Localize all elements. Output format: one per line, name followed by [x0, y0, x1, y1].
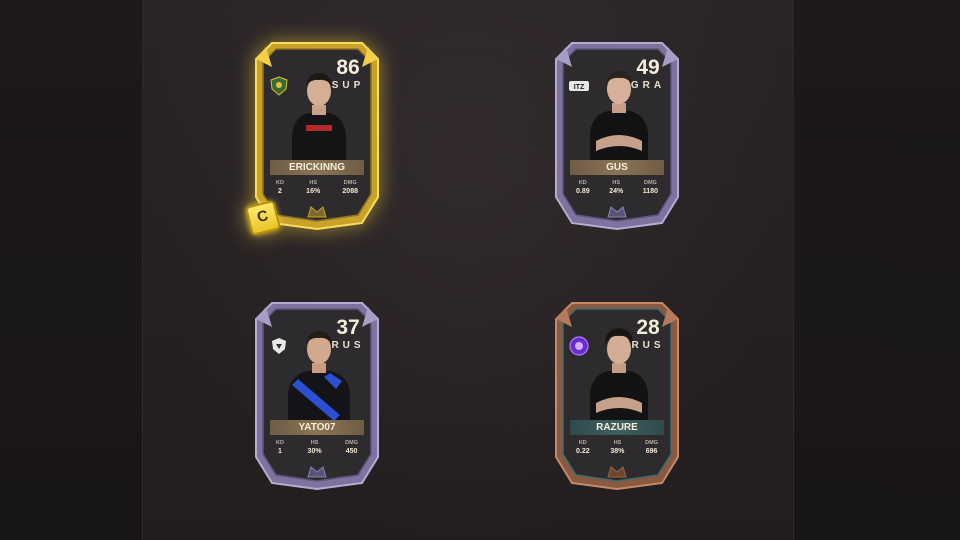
player-stats: KD 0.89 HS 24% DMG 1180: [576, 180, 658, 196]
player-position: RUS: [631, 340, 665, 351]
stat-kd: KD 2: [276, 180, 284, 195]
player-position: GRA: [630, 80, 666, 91]
stat-kd: KD 1: [276, 440, 284, 455]
svg-text:ITZ: ITZ: [574, 84, 585, 91]
player-rating: 28: [636, 316, 660, 339]
shield-crest-icon: [270, 76, 288, 96]
player-card[interactable]: ITZ 49 GRA GUS KD 0.89 HS 24% DMG 1180: [554, 37, 680, 231]
player-name: GUS: [570, 160, 664, 175]
intz-logo-icon: ITZ: [569, 81, 589, 91]
player-rating: 49: [636, 56, 660, 79]
left-side-panel: [0, 0, 142, 540]
squad-panel: [142, 0, 794, 540]
white-shield-icon: [272, 338, 286, 354]
player-position: SUP: [331, 80, 365, 91]
player-card[interactable]: 86 SUP ERICKINNG KD 2 HS 16% DMG 2088 C: [244, 37, 380, 237]
stat-dmg: DMG 696: [645, 440, 658, 455]
stat-hs: HS 38%: [610, 440, 625, 455]
player-rating: 86: [336, 56, 360, 79]
player-stats: KD 2 HS 16% DMG 2088: [276, 180, 358, 196]
player-stats: KD 1 HS 30% DMG 450: [276, 440, 358, 456]
tier-emblem-icon: [607, 466, 627, 478]
stat-kd: KD 0.22: [576, 440, 590, 455]
stat-kd: KD 0.89: [576, 180, 590, 195]
player-position: RUS: [331, 340, 365, 351]
player-name: RAZURE: [570, 420, 664, 435]
player-rating: 37: [336, 316, 360, 339]
tier-emblem-icon: [307, 466, 327, 478]
player-card[interactable]: 37 RUS YATO07 KD 1 HS 30% DMG 450: [254, 297, 380, 491]
right-side-panel: [794, 0, 960, 540]
player-stats: KD 0.22 HS 38% DMG 696: [576, 440, 658, 456]
stat-hs: HS 24%: [609, 180, 624, 195]
tier-emblem-icon: [307, 206, 327, 218]
player-name: YATO07: [270, 420, 364, 435]
tier-emblem-icon: [607, 206, 627, 218]
stat-hs: HS 16%: [306, 180, 321, 195]
stat-dmg: DMG 2088: [342, 180, 358, 195]
player-name: ERICKINNG: [270, 160, 364, 175]
stat-hs: HS 30%: [307, 440, 322, 455]
stat-dmg: DMG 1180: [642, 180, 658, 195]
stat-dmg: DMG 450: [345, 440, 358, 455]
purple-orb-icon: [569, 336, 589, 356]
player-card[interactable]: 28 RUS RAZURE KD 0.22 HS 38% DMG 696: [554, 297, 680, 491]
